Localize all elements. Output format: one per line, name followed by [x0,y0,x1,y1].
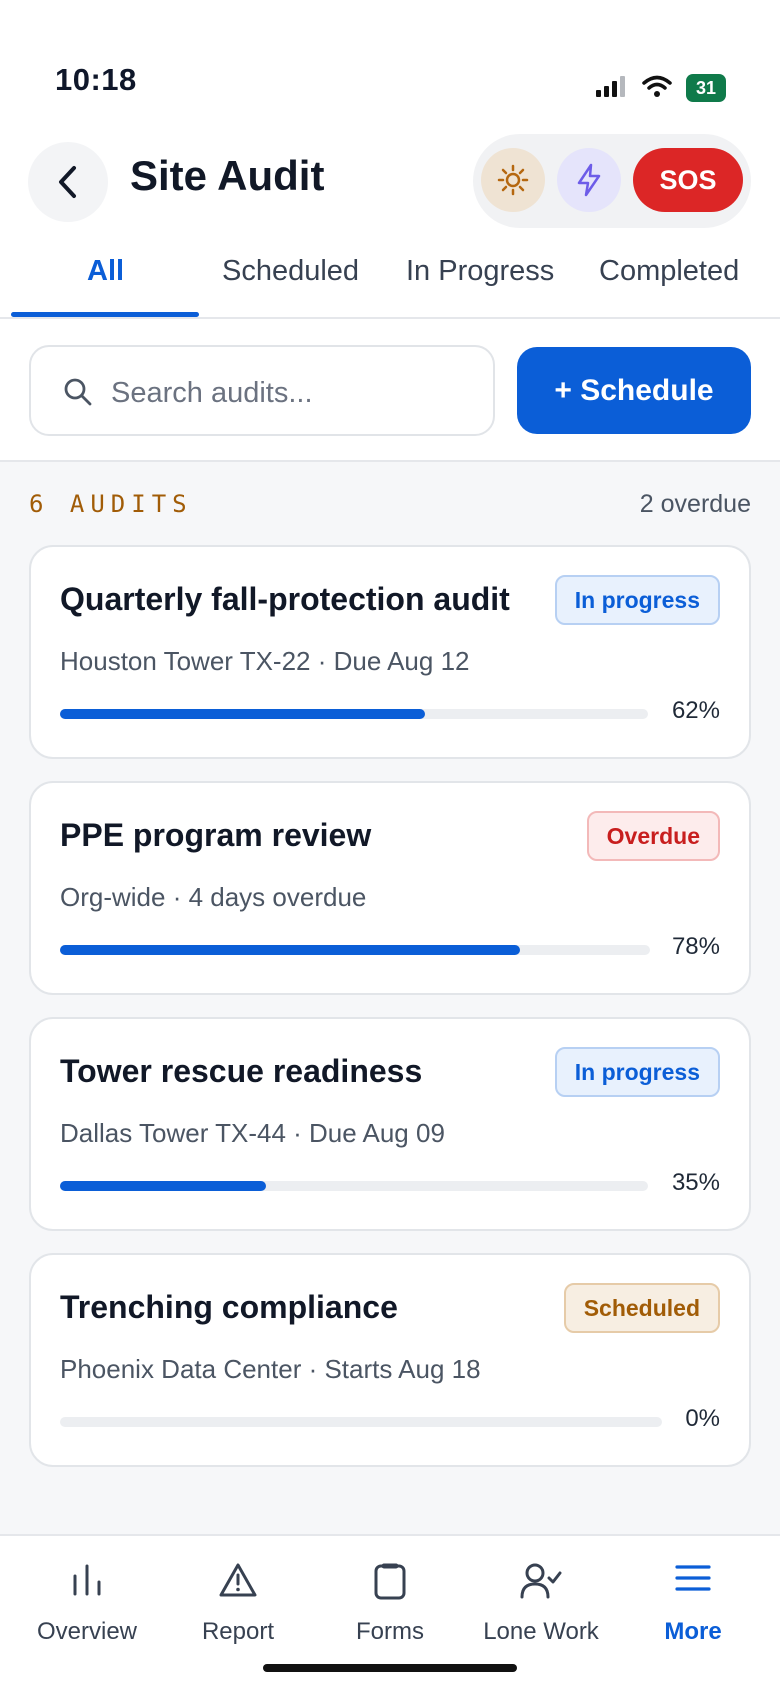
audit-title: Trenching compliance [60,1289,398,1325]
status-bar: 10:18 31 [0,0,780,125]
audit-card[interactable]: PPE program review Overdue Org-wide · 4 … [29,781,751,995]
app-header: Site Audit SOS [0,125,780,235]
audit-subtitle: Houston Tower TX-22 · Due Aug 12 [60,646,470,676]
audit-title: Tower rescue readiness [60,1053,423,1089]
progress-percent: 78% [671,933,720,960]
status-badge: Overdue [586,811,720,861]
progress-percent: 35% [671,1169,720,1196]
progress-bar [60,1417,662,1427]
tab-all[interactable]: All [87,255,124,288]
back-button[interactable] [28,142,108,222]
audit-count-label: 6 AUDITS [29,490,193,518]
active-tab-indicator [11,312,199,317]
audit-title: PPE program review [60,817,372,853]
menu-icon [675,1565,711,1591]
progress-fill [60,945,521,955]
search-input[interactable] [111,373,471,413]
clipboard-icon [374,1563,406,1600]
progress-bar [60,1181,648,1191]
sos-button[interactable]: SOS [633,148,743,212]
nav-more[interactable]: More [617,1536,769,1656]
nav-lone-work[interactable]: Lone Work [465,1536,617,1656]
audit-subtitle: Org-wide · 4 days overdue [60,882,367,912]
tab-completed[interactable]: Completed [599,255,739,288]
page-title: Site Audit [130,152,325,199]
audit-card[interactable]: Quarterly fall-protection audit In progr… [29,545,751,759]
overdue-count: 2 overdue [639,490,751,518]
search-icon [64,378,92,406]
nav-label: Lone Work [483,1618,599,1645]
battery-indicator: 31 [686,74,726,102]
progress-bar [60,945,650,955]
signal-icon [596,75,628,102]
audit-title: Quarterly fall-protection audit [60,581,510,617]
status-icons: 31 [596,74,726,102]
search-row: + Schedule [0,319,780,462]
nav-label: Forms [356,1618,424,1645]
tab-scheduled[interactable]: Scheduled [222,255,359,288]
progress-bar [60,709,648,719]
status-badge: In progress [554,575,720,625]
status-time: 10:18 [55,62,137,97]
progress-percent: 62% [671,697,720,724]
nav-overview[interactable]: Overview [11,1536,163,1656]
tab-in-progress[interactable]: In Progress [406,255,554,288]
warning-icon [219,1563,257,1597]
schedule-button[interactable]: + Schedule [517,347,751,434]
nav-label: More [664,1618,722,1645]
progress-fill [60,1181,266,1191]
theme-toggle-button[interactable] [481,148,545,212]
nav-label: Overview [36,1618,138,1645]
status-badge: Scheduled [563,1283,720,1333]
audit-card[interactable]: Tower rescue readiness In progress Dalla… [29,1017,751,1231]
sun-icon [497,164,529,196]
filter-tabs: All Scheduled In Progress Completed [0,235,780,319]
user-check-icon [520,1563,562,1599]
quick-action-button[interactable] [557,148,621,212]
progress-fill [60,709,425,719]
chevron-left-icon [59,166,76,198]
audit-subtitle: Phoenix Data Center · Starts Aug 18 [60,1354,481,1384]
home-indicator [263,1664,517,1672]
bar-chart-icon [73,1564,101,1596]
bottom-nav: Overview Report Forms Lone Work More [0,1534,780,1691]
progress-percent: 0% [685,1405,720,1432]
nav-label: Report [201,1618,275,1645]
nav-forms[interactable]: Forms [314,1536,466,1656]
audit-card[interactable]: Trenching compliance Scheduled Phoenix D… [29,1253,751,1467]
search-box [29,345,495,436]
status-badge: In progress [554,1047,720,1097]
lightning-icon [577,163,601,197]
wifi-icon [642,75,672,102]
audit-subtitle: Dallas Tower TX-44 · Due Aug 09 [60,1118,445,1148]
nav-report[interactable]: Report [162,1536,314,1656]
